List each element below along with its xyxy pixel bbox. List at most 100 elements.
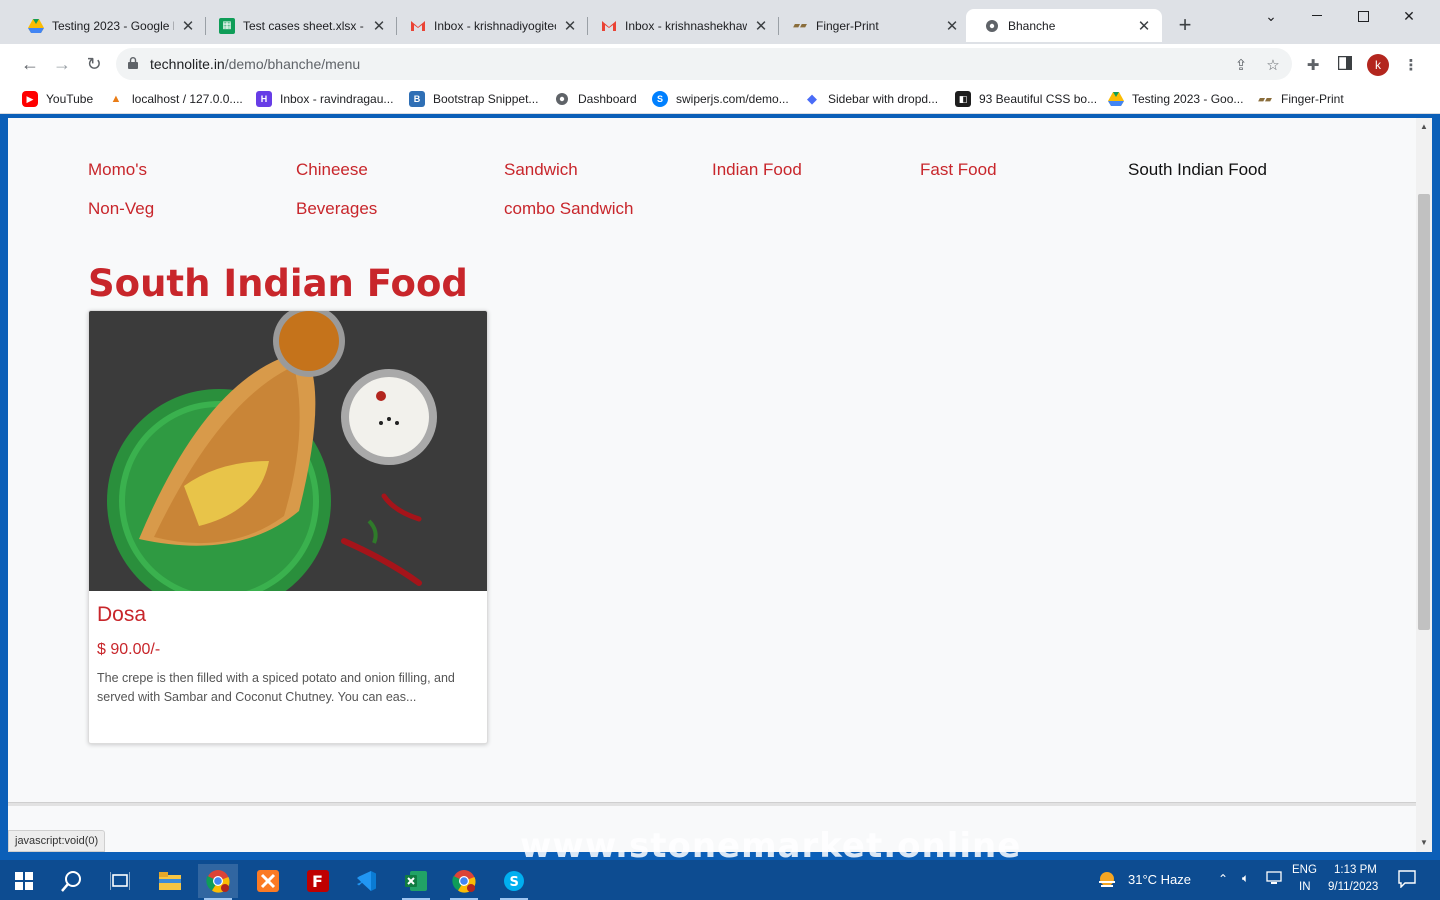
phpmyadmin-icon: ▲	[110, 93, 122, 105]
item-name[interactable]: Dosa	[97, 603, 146, 627]
close-tab-icon[interactable]: ✕	[753, 17, 769, 35]
volume-icon[interactable]: 🔈︎	[1242, 871, 1249, 886]
close-tab-icon[interactable]: ✕	[944, 17, 960, 35]
task-view-icon[interactable]	[100, 864, 140, 898]
food-item-card[interactable]: Dosa $ 90.00/- The crepe is then filled …	[88, 310, 488, 744]
bookmark-item[interactable]: H Inbox - ravindragau...	[256, 91, 393, 107]
bookmark-star-icon[interactable]: ☆	[1264, 56, 1282, 74]
vscode-icon[interactable]	[346, 864, 386, 898]
url-path: /demo/bhanche/menu	[224, 56, 361, 72]
lock-icon[interactable]	[128, 57, 138, 69]
bookmark-item[interactable]: Dashboard	[554, 91, 637, 107]
menu-link-non-veg[interactable]: Non-Veg	[88, 199, 154, 219]
back-button[interactable]: ←	[18, 52, 42, 76]
menu-link-sandwich[interactable]: Sandwich	[504, 160, 578, 180]
chrome-icon[interactable]	[444, 864, 484, 900]
tab-search-icon[interactable]: ⌄	[1248, 0, 1294, 32]
footer-divider	[8, 802, 1416, 806]
bookmark-item[interactable]: ◧ 93 Beautiful CSS bo...	[955, 91, 1097, 107]
scroll-down-arrow-icon[interactable]: ▼	[1419, 838, 1429, 847]
chrome-icon[interactable]	[198, 864, 238, 900]
menu-link-beverages[interactable]: Beverages	[296, 199, 377, 219]
browser-tab-active[interactable]: Bhanche ✕	[966, 9, 1162, 42]
url-text[interactable]: technolite.in/demo/bhanche/menu	[150, 56, 360, 72]
menu-link-momos[interactable]: Momo's	[88, 160, 147, 180]
google-drive-icon	[28, 18, 44, 34]
fingerprint-site-icon: ▰▰	[1258, 93, 1272, 104]
bootstrap-icon: B	[409, 91, 425, 107]
clock-date[interactable]: 9/11/2023	[1328, 881, 1378, 893]
url-host: technolite.in	[150, 56, 225, 72]
filezilla-icon[interactable]: F	[298, 864, 338, 898]
globe-icon	[984, 18, 1000, 34]
language-bottom[interactable]: IN	[1299, 881, 1311, 893]
forward-button[interactable]: →	[50, 52, 74, 76]
new-tab-button[interactable]: +	[1172, 13, 1198, 39]
browser-tab[interactable]: Testing 2023 - Google D ✕	[10, 9, 206, 42]
scrollbar-thumb[interactable]	[1418, 194, 1430, 630]
skype-icon[interactable]: S	[494, 864, 534, 900]
youtube-icon: ▶	[22, 91, 38, 107]
link-status-bubble: javascript:void(0)	[8, 830, 106, 852]
scroll-up-arrow-icon[interactable]: ▲	[1419, 122, 1429, 131]
browser-tab[interactable]: ▰▰ Finger-Print ✕	[774, 9, 970, 42]
codepen-icon: ◧	[955, 91, 971, 107]
menu-link-indian-food[interactable]: Indian Food	[712, 160, 802, 180]
browser-tab[interactable]: ▦ Test cases sheet.xlsx - G ✕	[201, 9, 397, 42]
page-scrollbar[interactable]: ▲ ▼	[1416, 118, 1432, 852]
maximize-button[interactable]	[1340, 0, 1386, 32]
reload-button[interactable]: ↻	[82, 52, 106, 76]
close-tab-icon[interactable]: ✕	[1136, 17, 1152, 35]
network-icon[interactable]	[1266, 871, 1282, 888]
bookmark-item[interactable]: ▲ localhost / 127.0.0....	[108, 91, 243, 107]
bookmark-item[interactable]: ▰▰ Finger-Print	[1257, 91, 1344, 107]
tab-strip: Testing 2023 - Google D ✕ ▦ Test cases s…	[0, 0, 1440, 44]
menu-link-combo-sandwich[interactable]: combo Sandwich	[504, 199, 633, 219]
menu-link-south-indian-food[interactable]: South Indian Food	[1128, 160, 1267, 180]
profile-avatar[interactable]: k	[1367, 54, 1389, 76]
close-tab-icon[interactable]: ✕	[562, 17, 578, 35]
globe-icon	[554, 91, 570, 107]
menu-link-chineese[interactable]: Chineese	[296, 160, 368, 180]
item-price: $ 90.00/-	[97, 641, 161, 658]
side-panel-icon[interactable]	[1336, 55, 1354, 74]
menu-link-fast-food[interactable]: Fast Food	[920, 160, 997, 180]
bookmark-item[interactable]: ▶ YouTube	[22, 91, 93, 107]
item-description: The crepe is then filled with a spiced p…	[97, 671, 455, 704]
xampp-icon[interactable]	[248, 864, 288, 898]
close-tab-icon[interactable]: ✕	[371, 17, 387, 35]
gmail-icon	[410, 18, 426, 34]
section-title: South Indian Food	[88, 262, 468, 305]
extensions-icon[interactable]: ✚	[1304, 56, 1322, 74]
search-icon[interactable]	[52, 864, 92, 898]
weather-text[interactable]: 31°C Haze	[1128, 872, 1191, 887]
clock-time[interactable]: 1:13 PM	[1334, 864, 1377, 876]
notifications-icon[interactable]	[1398, 870, 1416, 891]
show-hidden-icons-icon[interactable]: ⌃	[1218, 872, 1228, 886]
bookmark-item[interactable]: Testing 2023 - Goo...	[1108, 91, 1243, 107]
bookmark-item[interactable]: B Bootstrap Snippet...	[409, 91, 538, 107]
svg-text:F: F	[312, 872, 323, 891]
address-bar[interactable]: technolite.in/demo/bhanche/menu ⇪ ☆	[116, 48, 1292, 80]
weather-icon[interactable]	[1096, 870, 1118, 893]
windows-start-icon[interactable]	[4, 864, 44, 898]
google-sheets-icon: ▦	[219, 17, 235, 34]
chrome-menu-icon[interactable]: ⋮	[1402, 56, 1420, 74]
close-tab-icon[interactable]: ✕	[180, 17, 196, 35]
browser-tab[interactable]: Inbox - krishnadiyogitec ✕	[392, 9, 588, 42]
google-drive-icon	[1108, 91, 1124, 107]
share-icon[interactable]: ⇪	[1232, 56, 1250, 74]
minimize-button[interactable]	[1294, 0, 1340, 32]
page-viewport: Momo's Chineese Sandwich Indian Food Fas…	[8, 118, 1432, 852]
file-explorer-icon[interactable]	[150, 864, 190, 898]
browser-tab[interactable]: Inbox - krishnashekhaw ✕	[583, 9, 779, 42]
windows-taskbar: F S 31°C Haze ⌃ 🔈︎ ENG IN 1:13 PM 9/11/2…	[0, 860, 1440, 900]
swiper-icon: S	[652, 91, 668, 107]
bookmark-item[interactable]: ◆ Sidebar with dropd...	[804, 91, 938, 107]
bookmark-item[interactable]: S swiperjs.com/demo...	[652, 91, 789, 107]
hostinger-icon: H	[256, 91, 272, 107]
language-top[interactable]: ENG	[1292, 864, 1317, 876]
excel-icon[interactable]	[396, 864, 436, 900]
close-window-button[interactable]: ✕	[1386, 0, 1432, 32]
svg-text:S: S	[510, 875, 519, 890]
